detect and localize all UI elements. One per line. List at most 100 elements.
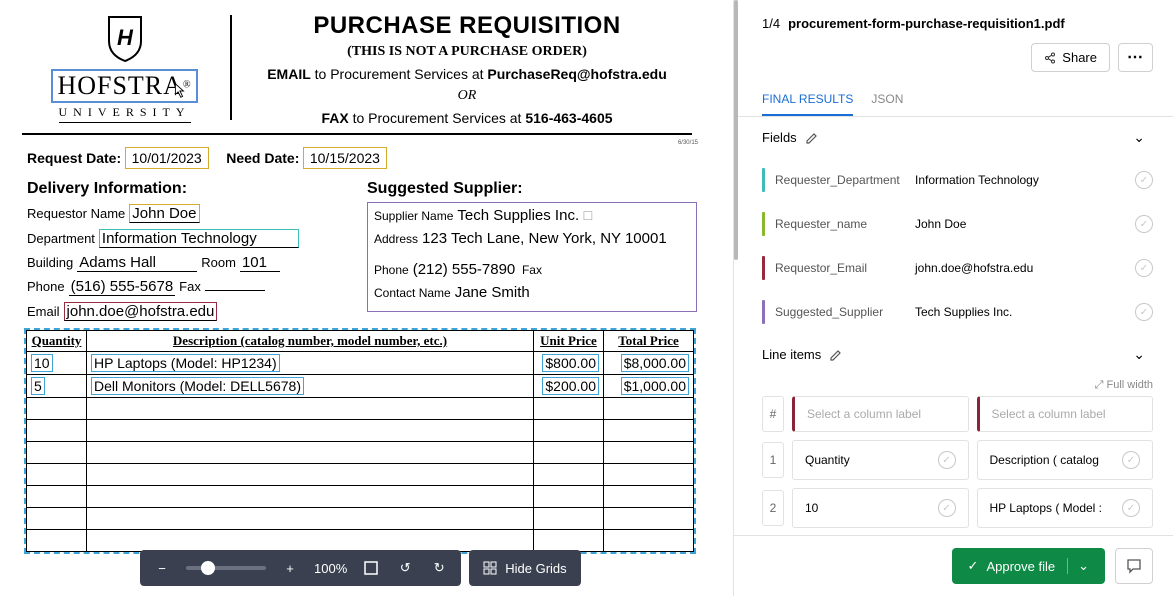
sup-fax-label: Fax: [522, 263, 542, 277]
line-item-row: 1Quantity✓Description ( catalog✓: [762, 440, 1153, 480]
line-item-cell[interactable]: HP Laptops ( Model :✓: [977, 488, 1154, 528]
results-panel: 1/4procurement-form-purchase-requisition…: [733, 0, 1173, 596]
request-date-value: 10/01/2023: [125, 147, 209, 169]
field-row[interactable]: Requester_nameJohn Doe✓: [762, 202, 1153, 246]
fit-button[interactable]: [361, 558, 381, 578]
approve-field-button[interactable]: ✓: [1135, 303, 1153, 321]
chevron-down-icon[interactable]: ⌄: [1133, 129, 1145, 146]
scrollbar[interactable]: [734, 0, 738, 260]
approve-cell-button[interactable]: ✓: [938, 499, 956, 517]
fax-label: Fax: [179, 279, 201, 294]
chat-button[interactable]: [1115, 548, 1153, 584]
tab-json[interactable]: JSON: [871, 84, 903, 116]
table-cell: $1,000.00: [604, 375, 694, 398]
fields-title: Fields: [762, 130, 797, 145]
request-date-label: Request Date:: [27, 150, 121, 166]
line-item-cell[interactable]: 10✓: [792, 488, 969, 528]
share-button[interactable]: Share: [1031, 43, 1110, 72]
viewer-toolbar: − + 100% ↺ ↻ Hide Grids: [140, 550, 581, 586]
sup-name-label: Supplier Name: [374, 209, 453, 223]
tab-final-results[interactable]: FINAL RESULTS: [762, 84, 853, 116]
chevron-down-icon[interactable]: ⌄: [1067, 558, 1089, 574]
sup-phone-label: Phone: [374, 263, 409, 277]
form-id: 6/30/15: [678, 140, 698, 146]
delivery-section: Delivery Information: Requestor Name Joh…: [27, 180, 367, 327]
approve-field-button[interactable]: ✓: [1135, 215, 1153, 233]
panel-header: 1/4procurement-form-purchase-requisition…: [734, 0, 1173, 43]
color-indicator: [762, 256, 765, 280]
col-hash: #: [762, 396, 784, 432]
field-value: Tech Supplies Inc.: [915, 305, 1125, 319]
field-row[interactable]: Requestor_Emailjohn.doe@hofstra.edu✓: [762, 246, 1153, 290]
requestor-value: John Doe: [129, 204, 199, 223]
cursor-icon: [170, 82, 188, 100]
line-item-row: 210✓HP Laptops ( Model :✓: [762, 488, 1153, 528]
header-actions: Share ⋯: [1031, 43, 1153, 72]
edit-icon[interactable]: [829, 348, 843, 362]
row-index: 2: [762, 490, 784, 526]
col-total: Total Price: [604, 331, 694, 352]
bldg-label: Building: [27, 255, 73, 270]
column-label-input[interactable]: [977, 396, 1154, 432]
approve-button[interactable]: ✓ Approve file⌄: [952, 548, 1105, 584]
need-date-label: Need Date:: [226, 150, 299, 166]
items-table-wrap: Quantity Description (catalog number, mo…: [24, 328, 696, 554]
field-name: Requester_name: [775, 217, 905, 231]
bottom-bar: ✓ Approve file⌄: [734, 535, 1173, 596]
approve-cell-button[interactable]: ✓: [1122, 451, 1140, 469]
line-item-cell[interactable]: Description ( catalog✓: [977, 440, 1154, 480]
field-name: Requester_Department: [775, 173, 905, 187]
grid-icon: [483, 561, 497, 575]
fields-header: Fields ⌄: [734, 117, 1173, 158]
phone-value: (516) 555-5678: [69, 278, 176, 296]
divider: [230, 15, 232, 120]
sup-name-value: Tech Supplies Inc.: [457, 207, 579, 224]
hide-grids-button[interactable]: Hide Grids: [469, 550, 580, 586]
sup-contact-label: Contact Name: [374, 286, 451, 300]
chevron-down-icon[interactable]: ⌄: [1133, 346, 1145, 363]
field-name: Suggested_Supplier: [775, 305, 905, 319]
share-icon: [1044, 52, 1056, 64]
rotate-right-button[interactable]: ↻: [429, 558, 449, 578]
zoom-in-button[interactable]: +: [280, 558, 300, 578]
bldg-value: Adams Hall: [77, 254, 197, 272]
document-page: H HOFSTRA® UNIVERSITY PURCHASE REQUISITI…: [12, 0, 712, 580]
table-cell: $8,000.00: [604, 352, 694, 375]
delivery-heading: Delivery Information:: [27, 180, 367, 198]
column-label-input[interactable]: [792, 396, 969, 432]
row-index: 1: [762, 442, 784, 478]
approve-cell-button[interactable]: ✓: [1122, 499, 1140, 517]
room-label: Room: [201, 255, 236, 270]
line-item-cell[interactable]: Quantity✓: [792, 440, 969, 480]
logo: H HOFSTRA® UNIVERSITY: [37, 15, 212, 123]
tabs: FINAL RESULTS JSON: [734, 84, 1173, 117]
line-items-title: Line items: [762, 347, 821, 362]
supplier-heading: Suggested Supplier:: [367, 180, 697, 198]
field-name: Requestor_Email: [775, 261, 905, 275]
column-label-row: #: [762, 396, 1153, 432]
table-cell: $800.00: [534, 352, 604, 375]
fax-value: [205, 290, 265, 291]
page-subtitle: (THIS IS NOT A PURCHASE ORDER): [252, 44, 682, 60]
title-block: PURCHASE REQUISITION (THIS IS NOT A PURC…: [252, 12, 682, 128]
rotate-left-button[interactable]: ↺: [395, 558, 415, 578]
table-cell: $200.00: [534, 375, 604, 398]
zoom-out-button[interactable]: −: [152, 558, 172, 578]
edit-icon[interactable]: [805, 131, 819, 145]
more-button[interactable]: ⋯: [1118, 43, 1153, 72]
university-text: UNIVERSITY: [59, 105, 191, 123]
col-qty: Quantity: [27, 331, 87, 352]
field-row[interactable]: Suggested_Supplier Tech Supplies Inc. ✓: [762, 290, 1153, 334]
field-row[interactable]: Requester_DepartmentInformation Technolo…: [762, 158, 1153, 202]
approve-field-button[interactable]: ✓: [1135, 259, 1153, 277]
full-width-toggle[interactable]: ⤢ Full width: [762, 375, 1153, 396]
table-cell: 10: [27, 352, 87, 375]
approve-field-button[interactable]: ✓: [1135, 171, 1153, 189]
table-cell: 5: [27, 375, 87, 398]
zoom-slider[interactable]: [186, 566, 266, 570]
phone-label: Phone: [27, 279, 65, 294]
zoom-controls: − + 100% ↺ ↻: [140, 550, 461, 586]
table-cell: HP Laptops (Model: HP1234): [87, 352, 534, 375]
or-text: OR: [252, 88, 682, 104]
approve-cell-button[interactable]: ✓: [938, 451, 956, 469]
